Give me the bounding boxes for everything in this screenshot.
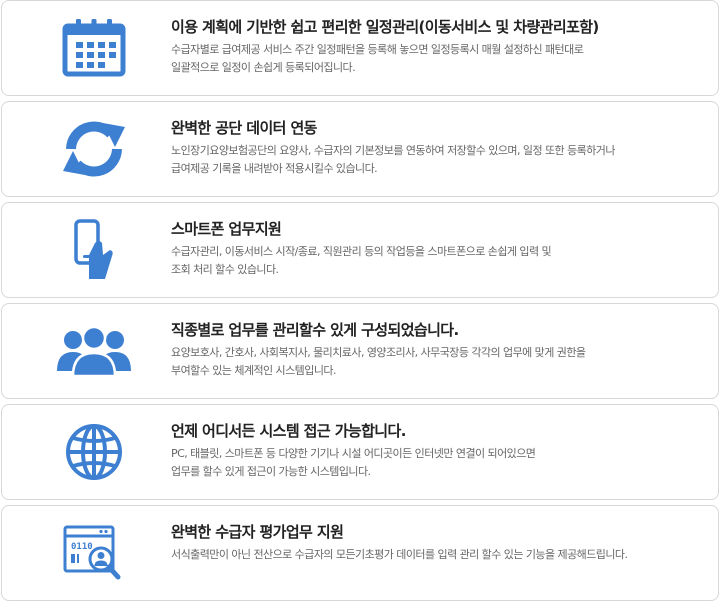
svg-text:0110: 0110: [71, 542, 93, 552]
users-group-icon: [54, 318, 134, 384]
feature-description-line: 서식출력만이 아닌 전산으로 수급자의 모든기초평가 데이터를 입력 관리 할수…: [171, 548, 628, 561]
feature-description: PC, 태블릿, 스마트폰 등 다양한 기기나 시설 어디곳이든 인터넷만 연결…: [171, 445, 704, 481]
feature-description-line: 업무를 할수 있게 접근이 가능한 시스템입니다.: [171, 465, 371, 478]
feature-description-line: 일괄적으로 일정이 손쉽게 등록되어집니다.: [171, 61, 356, 74]
feature-card-access: 언제 어디서든 시스템 접근 가능합니다. PC, 태블릿, 스마트폰 등 다양…: [1, 404, 719, 500]
feature-title: 완벽한 공단 데이터 연동: [171, 119, 317, 137]
sync-arrows-icon: [54, 116, 134, 182]
feature-card-data-sync: 완벽한 공단 데이터 연동 노인장기요양보험공단의 요양사, 수급자의 기본정보…: [1, 101, 719, 197]
feature-description-line: 노인장기요양보험공단의 요양사, 수급자의 기본정보를 연동하여 저장할수 있으…: [171, 144, 615, 157]
feature-card-smartphone: 스마트폰 업무지원 수급자관리, 이동서비스 시작/종료, 직원관리 등의 작업…: [1, 202, 719, 298]
feature-description: 서식출력만이 아닌 전산으로 수급자의 모든기초평가 데이터를 입력 관리 할수…: [171, 546, 704, 564]
feature-description: 요양보호사, 간호사, 사회복지사, 물리치료사, 영양조리사, 사무국장등 각…: [171, 344, 704, 380]
feature-title: 이용 계획에 기반한 쉽고 편리한 일정관리(이동서비스 및 차량관리포함): [171, 18, 599, 36]
feature-description-line: 수급자관리, 이동서비스 시작/종료, 직원관리 등의 작업등을 스마트폰으로 …: [171, 245, 552, 258]
smartphone-hand-icon: [54, 217, 134, 283]
feature-description: 노인장기요양보험공단의 요양사, 수급자의 기본정보를 연동하여 저장할수 있으…: [171, 142, 704, 178]
feature-list: 이용 계획에 기반한 쉽고 편리한 일정관리(이동서비스 및 차량관리포함) 수…: [0, 0, 720, 601]
feature-description-line: 수급자별로 급여제공 서비스 주간 일정패턴을 등록해 놓으면 일정등록시 매월…: [171, 43, 584, 56]
feature-title: 스마트폰 업무지원: [171, 220, 282, 238]
feature-description-line: 부여할수 있는 체계적인 시스템입니다.: [171, 364, 336, 377]
feature-card-schedule: 이용 계획에 기반한 쉽고 편리한 일정관리(이동서비스 및 차량관리포함) 수…: [1, 0, 719, 96]
feature-title: 완벽한 수급자 평가업무 지원: [171, 523, 344, 541]
feature-description: 수급자별로 급여제공 서비스 주간 일정패턴을 등록해 놓으면 일정등록시 매월…: [171, 41, 704, 77]
feature-title: 직종별로 업무를 관리할수 있게 구성되었습니다.: [171, 321, 459, 339]
evaluation-search-icon: 0110: [54, 520, 134, 586]
feature-description-line: 급여제공 기록을 내려받아 적용시킬수 있습니다.: [171, 162, 378, 175]
calendar-icon: [54, 15, 134, 81]
feature-card-evaluation: 0110 완벽한 수급자 평가업무 지원 서식출력만이 아닌 전산으로 수급자의…: [1, 505, 719, 601]
feature-description: 수급자관리, 이동서비스 시작/종료, 직원관리 등의 작업등을 스마트폰으로 …: [171, 243, 704, 279]
feature-card-roles: 직종별로 업무를 관리할수 있게 구성되었습니다. 요양보호사, 간호사, 사회…: [1, 303, 719, 399]
globe-icon: [54, 419, 134, 485]
feature-description-line: 요양보호사, 간호사, 사회복지사, 물리치료사, 영양조리사, 사무국장등 각…: [171, 346, 586, 359]
feature-title: 언제 어디서든 시스템 접근 가능합니다.: [171, 422, 406, 440]
feature-description-line: 조회 처리 할수 있습니다.: [171, 263, 279, 276]
feature-description-line: PC, 태블릿, 스마트폰 등 다양한 기기나 시설 어디곳이든 인터넷만 연결…: [171, 447, 536, 460]
